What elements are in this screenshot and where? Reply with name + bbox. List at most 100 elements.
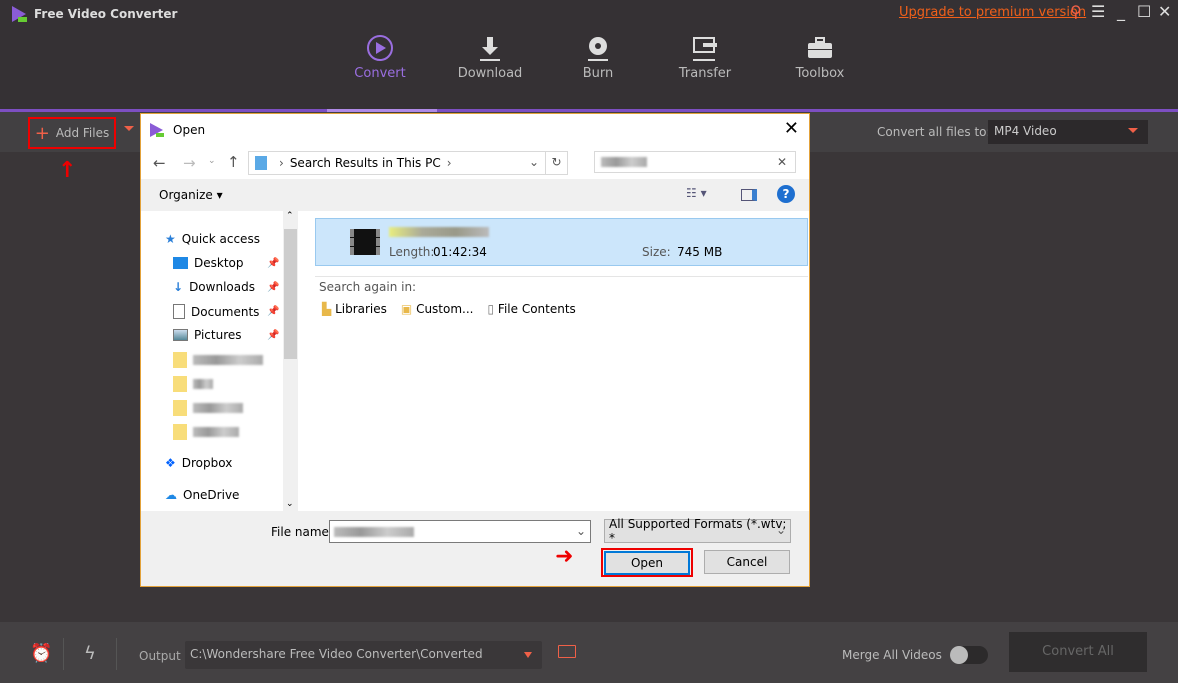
minimize-button[interactable]: _ — [1117, 2, 1125, 21]
location-label: Custom... — [416, 302, 474, 316]
alarm-clock-icon[interactable]: ⏰ — [30, 643, 52, 664]
sidebar-item-desktop[interactable]: Desktop — [173, 256, 244, 270]
clear-search-icon[interactable]: ✕ — [777, 155, 787, 169]
folder-open-icon[interactable] — [558, 645, 576, 658]
file-name-input[interactable]: ⌄ — [329, 520, 591, 543]
search-file-contents-link[interactable]: ▯ File Contents — [487, 302, 575, 316]
output-label: Output — [139, 649, 181, 663]
tab-label: Convert — [354, 66, 406, 81]
output-path: C:\Wondershare Free Video Converter\Conv… — [190, 647, 483, 661]
file-type-select[interactable]: All Supported Formats (*.wtv; * ⌄ — [604, 517, 791, 545]
sidebar-folder[interactable] — [173, 424, 239, 440]
download-icon — [440, 30, 540, 66]
close-button[interactable]: ✕ — [1158, 2, 1171, 21]
search-input[interactable]: ✕ — [594, 151, 796, 173]
custom-folder-icon: ▣ — [400, 302, 413, 316]
tab-toolbox[interactable]: Toolbox — [770, 30, 870, 81]
upgrade-link[interactable]: Upgrade to premium version — [899, 5, 1086, 20]
file-name-label: File name: — [271, 525, 333, 539]
navigation-pane: ★ Quick access Desktop 📌 ↓ Downloads 📌 Doc… — [141, 211, 283, 511]
dialog-close-icon[interactable]: ✕ — [784, 118, 799, 139]
convert-format-select[interactable]: MP4 Video — [988, 120, 1148, 144]
tab-label: Transfer — [678, 66, 732, 81]
open-dialog: Open ✕ ← → ⌄ ↑ › Search Results in This P… — [140, 113, 810, 587]
file-result-item[interactable]: Length: 01:42:34 Size: 745 MB — [315, 218, 808, 266]
nav-pane-scrollbar[interactable]: ⌃ ⌄ — [283, 211, 298, 511]
refresh-icon[interactable]: ↻ — [545, 151, 567, 175]
folder-icon — [173, 376, 187, 392]
convert-icon — [330, 30, 430, 66]
pin-icon: 📌 — [267, 306, 280, 317]
sidebar-item-onedrive[interactable]: ☁ OneDrive — [165, 488, 239, 502]
star-icon: ★ — [165, 232, 176, 246]
merge-label: Merge All Videos — [842, 648, 942, 662]
search-custom-link[interactable]: ▣ Custom... — [401, 302, 474, 316]
preview-pane-icon[interactable] — [741, 189, 757, 201]
plus-icon: + — [34, 122, 50, 144]
merge-toggle[interactable] — [950, 646, 988, 664]
sidebar-item-pictures[interactable]: Pictures — [173, 328, 242, 342]
item-label: Documents — [191, 304, 260, 319]
pin-icon: 📌 — [267, 330, 280, 341]
length-label: Length: — [389, 245, 435, 259]
item-label: Quick access — [181, 232, 260, 246]
tab-download[interactable]: Download — [440, 30, 540, 81]
search-results-icon — [255, 156, 267, 170]
folder-icon — [173, 400, 187, 416]
search-query-redacted — [601, 157, 647, 167]
documents-icon — [173, 304, 185, 319]
sidebar-folder[interactable] — [173, 400, 243, 416]
open-button[interactable]: Open — [604, 551, 690, 575]
desktop-icon — [173, 257, 188, 269]
tab-transfer[interactable]: Transfer — [655, 30, 755, 81]
downloads-icon: ↓ — [173, 280, 184, 294]
item-label: OneDrive — [183, 488, 240, 502]
recent-dropdown-icon[interactable]: ⌄ — [208, 156, 216, 166]
back-icon[interactable]: ← — [153, 154, 166, 172]
add-files-dropdown[interactable] — [124, 126, 134, 131]
address-bar[interactable]: › Search Results in This PC › ⌄ ↻ — [248, 151, 568, 175]
folder-icon — [173, 352, 187, 368]
sidebar-folder[interactable] — [173, 352, 263, 368]
maximize-button[interactable]: ☐ — [1137, 2, 1151, 21]
add-files-button[interactable]: + Add Files — [28, 117, 116, 149]
address-dropdown-icon[interactable]: ⌄ — [529, 155, 539, 169]
app-logo: Free Video Converter — [10, 5, 177, 23]
size-label: Size: — [642, 245, 671, 259]
convert-all-button[interactable]: Convert All — [1009, 632, 1147, 672]
tab-convert[interactable]: Convert — [330, 30, 430, 81]
file-type-value: All Supported Formats (*.wtv; * — [609, 517, 787, 545]
menu-icon[interactable]: ☰ — [1091, 2, 1105, 21]
forward-icon[interactable]: → — [183, 154, 196, 172]
up-icon[interactable]: ↑ — [227, 153, 240, 171]
sidebar-folder[interactable] — [173, 376, 213, 392]
sidebar-item-dropbox[interactable]: ❖ Dropbox — [165, 456, 232, 470]
file-contents-icon: ▯ — [487, 302, 495, 316]
pictures-icon — [173, 329, 188, 341]
key-icon[interactable]: ⚲ — [1070, 2, 1082, 21]
libraries-icon: ▙ — [322, 302, 332, 316]
view-options-icon[interactable]: ☷ ▾ — [686, 186, 707, 200]
dialog-toolbar: Organize ▾ ☷ ▾ ? — [141, 179, 809, 211]
output-path-select[interactable]: C:\Wondershare Free Video Converter\Conv… — [185, 641, 542, 669]
organize-label: Organize — [159, 188, 213, 202]
dialog-footer: File name: ⌄ All Supported Formats (*.wt… — [141, 511, 809, 586]
dialog-title: Open — [173, 123, 206, 137]
sidebar-item-quick-access[interactable]: ★ Quick access — [165, 232, 260, 246]
cancel-button[interactable]: Cancel — [704, 550, 790, 574]
item-label: Dropbox — [181, 456, 233, 470]
sidebar-item-downloads[interactable]: ↓ Downloads — [173, 280, 255, 294]
tab-burn[interactable]: Burn — [548, 30, 648, 81]
organize-button[interactable]: Organize ▾ — [159, 188, 223, 202]
toolbox-icon — [770, 30, 870, 66]
item-label: Pictures — [194, 328, 242, 342]
search-libraries-link[interactable]: ▙ Libraries — [322, 302, 387, 316]
size-value: 745 MB — [677, 245, 723, 259]
search-locations: ▙ Libraries ▣ Custom... ▯ File Contents — [322, 302, 576, 316]
sidebar-item-documents[interactable]: Documents — [173, 304, 259, 319]
help-icon[interactable]: ? — [777, 185, 795, 203]
pin-icon: 📌 — [267, 282, 280, 293]
annotation-arrow-up: ↑ — [58, 158, 77, 183]
convert-all-label: Convert all files to: — [877, 125, 991, 139]
lightning-icon[interactable]: ϟ — [84, 643, 96, 664]
